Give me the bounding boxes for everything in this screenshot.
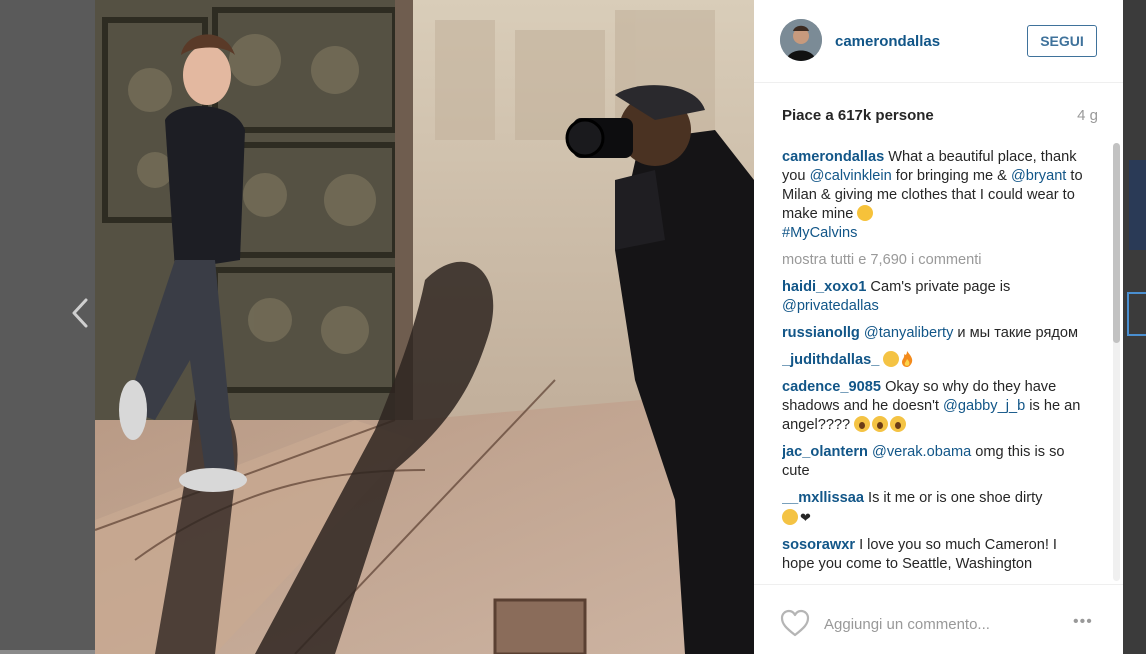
like-button[interactable] bbox=[780, 609, 810, 637]
comment-username[interactable]: russianollg bbox=[782, 325, 860, 341]
caption: camerondallas What a beautiful place, th… bbox=[782, 148, 1087, 243]
hashtag-link[interactable]: #MyCalvins bbox=[782, 225, 857, 241]
scrollbar-thumb[interactable] bbox=[1113, 143, 1120, 343]
comment-item: haidi_xoxo1 Cam's private page is @priva… bbox=[782, 278, 1087, 316]
likes-count[interactable]: Piace a 617k persone bbox=[782, 107, 934, 124]
comment-username[interactable]: cadence_9085 bbox=[782, 379, 881, 395]
comment-username[interactable]: jac_olantern bbox=[782, 444, 868, 460]
show-all-comments-link[interactable]: mostra tutti e 7,690 i commenti bbox=[782, 251, 1087, 270]
post-header: camerondallas SEGUI bbox=[754, 0, 1123, 83]
chevron-left-icon bbox=[72, 298, 88, 328]
fire-emoji-icon bbox=[901, 351, 913, 367]
mention-link[interactable]: @verak.obama bbox=[872, 444, 971, 460]
previous-post-button[interactable] bbox=[68, 296, 94, 330]
astonished-emoji-icon bbox=[854, 416, 871, 432]
comment-input[interactable] bbox=[824, 613, 1044, 635]
comment-username[interactable]: sosorawxr bbox=[782, 537, 855, 553]
comment-username[interactable]: _judithdallas_ bbox=[782, 352, 879, 368]
comment-item: russianollg @tanyaliberty и мы такие ряд… bbox=[782, 324, 1087, 343]
comment-item: sosorawxr I love you so much Cameron! I … bbox=[782, 536, 1087, 574]
post-footer: ••• bbox=[754, 584, 1123, 654]
comment-text: Cam's private page is bbox=[870, 279, 1011, 295]
astonished-emoji-icon bbox=[890, 416, 907, 432]
comment-username[interactable]: haidi_xoxo1 bbox=[782, 279, 866, 295]
comment-item: jac_olantern @verak.obama omg this is so… bbox=[782, 443, 1087, 481]
comment-username[interactable]: __mxllissaa bbox=[782, 490, 864, 506]
comment-text: Is it me or is one shoe dirty bbox=[868, 490, 1043, 506]
post-age[interactable]: 4 g bbox=[1077, 107, 1098, 124]
comments-list: camerondallas What a beautiful place, th… bbox=[782, 140, 1087, 583]
heart-outline-icon bbox=[780, 609, 810, 637]
mention-link[interactable]: @calvinklein bbox=[810, 168, 892, 184]
wink-emoji-icon bbox=[857, 205, 874, 221]
author-username[interactable]: camerondallas bbox=[835, 33, 940, 50]
laughing-emoji-icon bbox=[782, 509, 798, 525]
caption-text: for bringing me & bbox=[891, 168, 1011, 184]
mention-link[interactable]: @gabby_j_b bbox=[943, 398, 1025, 414]
comment-item: __mxllissaa Is it me or is one shoe dirt… bbox=[782, 489, 1087, 528]
heart-emoji-icon: ❤ bbox=[800, 510, 811, 525]
background-element bbox=[1127, 292, 1146, 336]
comment-item: _judithdallas_ bbox=[782, 351, 1087, 370]
caption-username[interactable]: camerondallas bbox=[782, 149, 884, 165]
mention-link[interactable]: @tanyaliberty bbox=[864, 325, 953, 341]
mention-link[interactable]: @privatedallas bbox=[782, 298, 879, 314]
kiss-emoji-icon bbox=[883, 351, 900, 367]
comments-scrollbar[interactable] bbox=[1113, 143, 1120, 581]
follow-button[interactable]: SEGUI bbox=[1027, 25, 1097, 57]
more-options-button[interactable]: ••• bbox=[1073, 613, 1103, 633]
astonished-emoji-icon bbox=[872, 416, 889, 432]
likes-row: Piace a 617k persone 4 g bbox=[782, 107, 1098, 127]
comment-item: cadence_9085 Okay so why do they have sh… bbox=[782, 378, 1087, 435]
avatar[interactable] bbox=[780, 19, 822, 61]
mention-link[interactable]: @bryant bbox=[1011, 168, 1066, 184]
background-element bbox=[1129, 160, 1146, 250]
comment-text: и мы такие рядом bbox=[953, 325, 1079, 341]
post-details-panel: camerondallas SEGUI Piace a 617k persone… bbox=[754, 0, 1123, 654]
background-page-edge bbox=[1123, 0, 1146, 654]
post-image bbox=[95, 0, 754, 654]
